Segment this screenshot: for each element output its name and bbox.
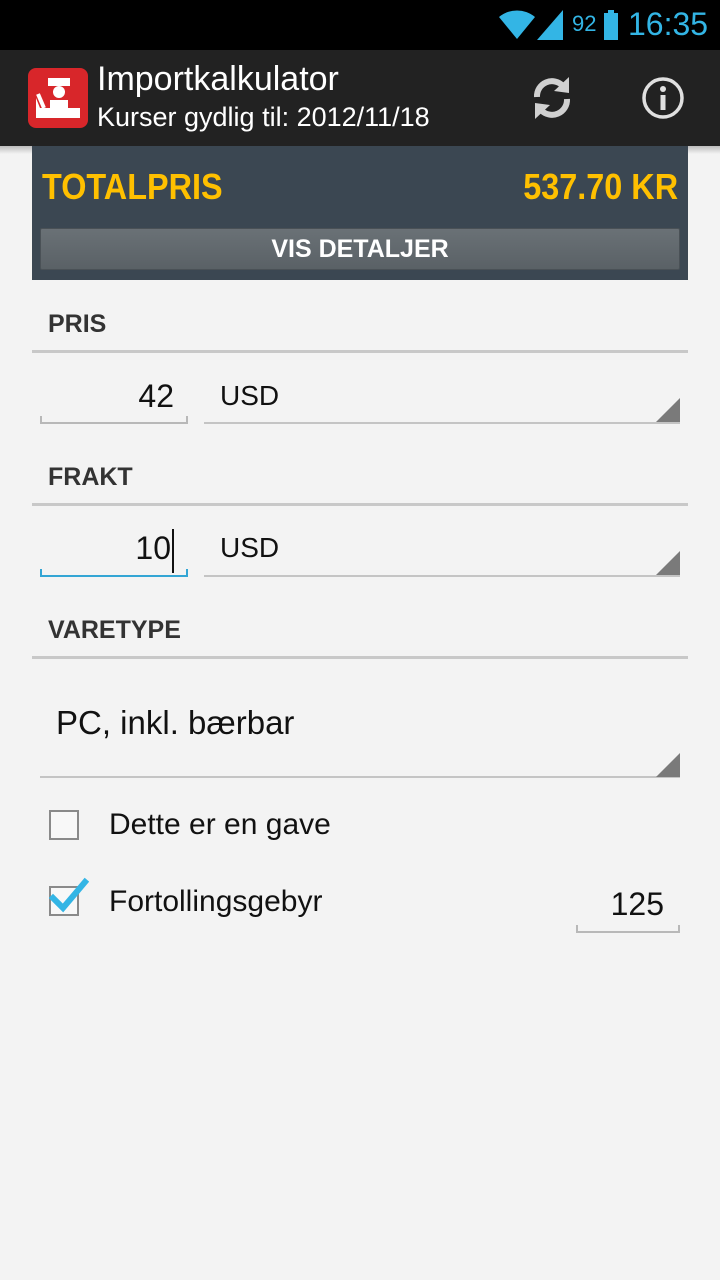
total-price-value: 537.70 KR bbox=[523, 166, 678, 207]
item-type-underline bbox=[40, 776, 680, 778]
shipping-input-tick-right bbox=[186, 569, 188, 577]
shipping-currency-underline bbox=[204, 575, 680, 577]
app-logo-icon[interactable] bbox=[28, 68, 88, 128]
gift-checkbox-label[interactable]: Dette er en gave bbox=[109, 808, 331, 842]
section-divider bbox=[32, 656, 688, 659]
rates-valid-until: Kurser gydlig til: 2012/11/18 bbox=[97, 102, 430, 132]
action-bar: Importkalkulator Kurser gydlig til: 2012… bbox=[0, 50, 720, 146]
price-currency-underline bbox=[204, 422, 680, 424]
price-currency-spinner[interactable]: USD bbox=[204, 372, 680, 424]
customs-fee-checkbox[interactable] bbox=[49, 877, 89, 916]
wifi-icon bbox=[498, 9, 536, 45]
signal-icon bbox=[535, 9, 565, 45]
price-input-underline bbox=[40, 422, 188, 424]
customs-fee-tick-left bbox=[576, 925, 578, 933]
shipping-currency-spinner[interactable]: USD bbox=[204, 524, 680, 576]
total-price-label: TOTALPRIS bbox=[42, 166, 223, 207]
customs-fee-underline bbox=[576, 931, 680, 933]
price-input-tick-right bbox=[186, 416, 188, 424]
gift-checkbox[interactable] bbox=[49, 810, 79, 840]
section-divider bbox=[32, 350, 688, 353]
section-header-price: PRIS bbox=[48, 310, 107, 338]
section-divider bbox=[32, 503, 688, 506]
checkmark-icon bbox=[49, 877, 89, 913]
section-header-shipping: FRAKT bbox=[48, 463, 133, 491]
customs-fee-value: 125 bbox=[610, 886, 664, 922]
app-title: Importkalkulator bbox=[97, 60, 339, 98]
show-details-button[interactable]: VIS DETALJER bbox=[40, 228, 680, 270]
shipping-input-tick-left bbox=[40, 569, 42, 577]
total-panel: TOTALPRIS 537.70 KR VIS DETALJER bbox=[32, 146, 688, 280]
refresh-button[interactable] bbox=[512, 62, 592, 134]
status-clock: 16:35 bbox=[628, 6, 709, 42]
text-cursor bbox=[172, 528, 174, 573]
section-header-item-type: VARETYPE bbox=[48, 616, 181, 644]
item-type-spinner[interactable]: PC, inkl. bærbar bbox=[40, 690, 680, 776]
shipping-input-underline bbox=[40, 575, 188, 577]
shipping-currency-value: USD bbox=[220, 532, 280, 563]
dropdown-arrow-icon bbox=[656, 551, 680, 575]
shipping-input-value: 10 bbox=[135, 530, 171, 566]
price-currency-value: USD bbox=[220, 380, 280, 411]
battery-icon bbox=[604, 10, 618, 44]
dropdown-arrow-icon bbox=[656, 398, 680, 422]
customs-fee-tick-right bbox=[678, 925, 680, 933]
status-bar: 92 16:35 bbox=[0, 0, 720, 50]
info-button[interactable] bbox=[626, 62, 700, 134]
dropdown-arrow-icon bbox=[656, 753, 680, 777]
customs-fee-input[interactable]: 125 bbox=[576, 880, 680, 928]
price-input[interactable]: 42 bbox=[40, 372, 188, 420]
price-input-tick-left bbox=[40, 416, 42, 424]
battery-percent: 92 bbox=[572, 11, 597, 36]
price-input-value: 42 bbox=[138, 378, 174, 414]
shipping-input[interactable]: 10 bbox=[40, 524, 188, 573]
item-type-value: PC, inkl. bærbar bbox=[56, 704, 295, 741]
customs-fee-label[interactable]: Fortollingsgebyr bbox=[109, 885, 322, 919]
